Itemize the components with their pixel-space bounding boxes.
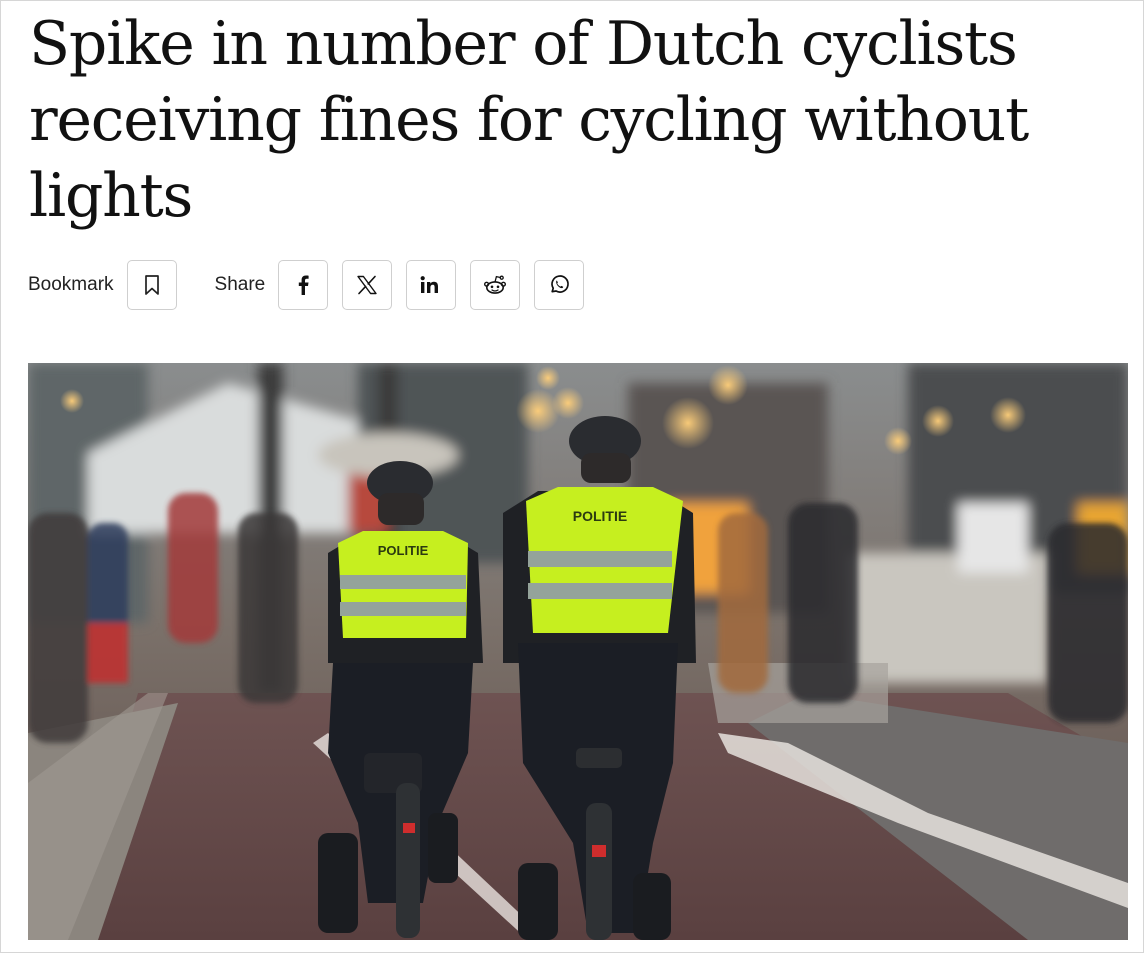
- share-x-button[interactable]: [342, 260, 393, 310]
- vest-text-left: POLITIE: [378, 543, 429, 558]
- share-whatsapp-button[interactable]: [534, 260, 585, 310]
- police-cyclists-photo: POLITIE POLITIE: [28, 363, 1128, 940]
- share-label: Share: [214, 274, 266, 295]
- bookmark-button[interactable]: [126, 260, 177, 310]
- share-linkedin-button[interactable]: [406, 260, 457, 310]
- facebook-icon: [299, 275, 309, 295]
- x-icon: [357, 275, 377, 295]
- whatsapp-icon: [551, 275, 570, 293]
- hero-photo: POLITIE POLITIE: [28, 363, 1128, 940]
- article-headline: Spike in number of Dutch cyclists receiv…: [29, 9, 1029, 231]
- bookmark-icon: [144, 275, 159, 295]
- reddit-icon: [484, 275, 507, 294]
- share-reddit-button[interactable]: [470, 260, 521, 310]
- vest-text-right: POLITIE: [573, 508, 627, 524]
- bookmark-label: Bookmark: [28, 274, 114, 295]
- share-bar: Bookmark Share: [28, 259, 598, 311]
- share-facebook-button[interactable]: [278, 260, 329, 310]
- linkedin-icon: [420, 276, 439, 293]
